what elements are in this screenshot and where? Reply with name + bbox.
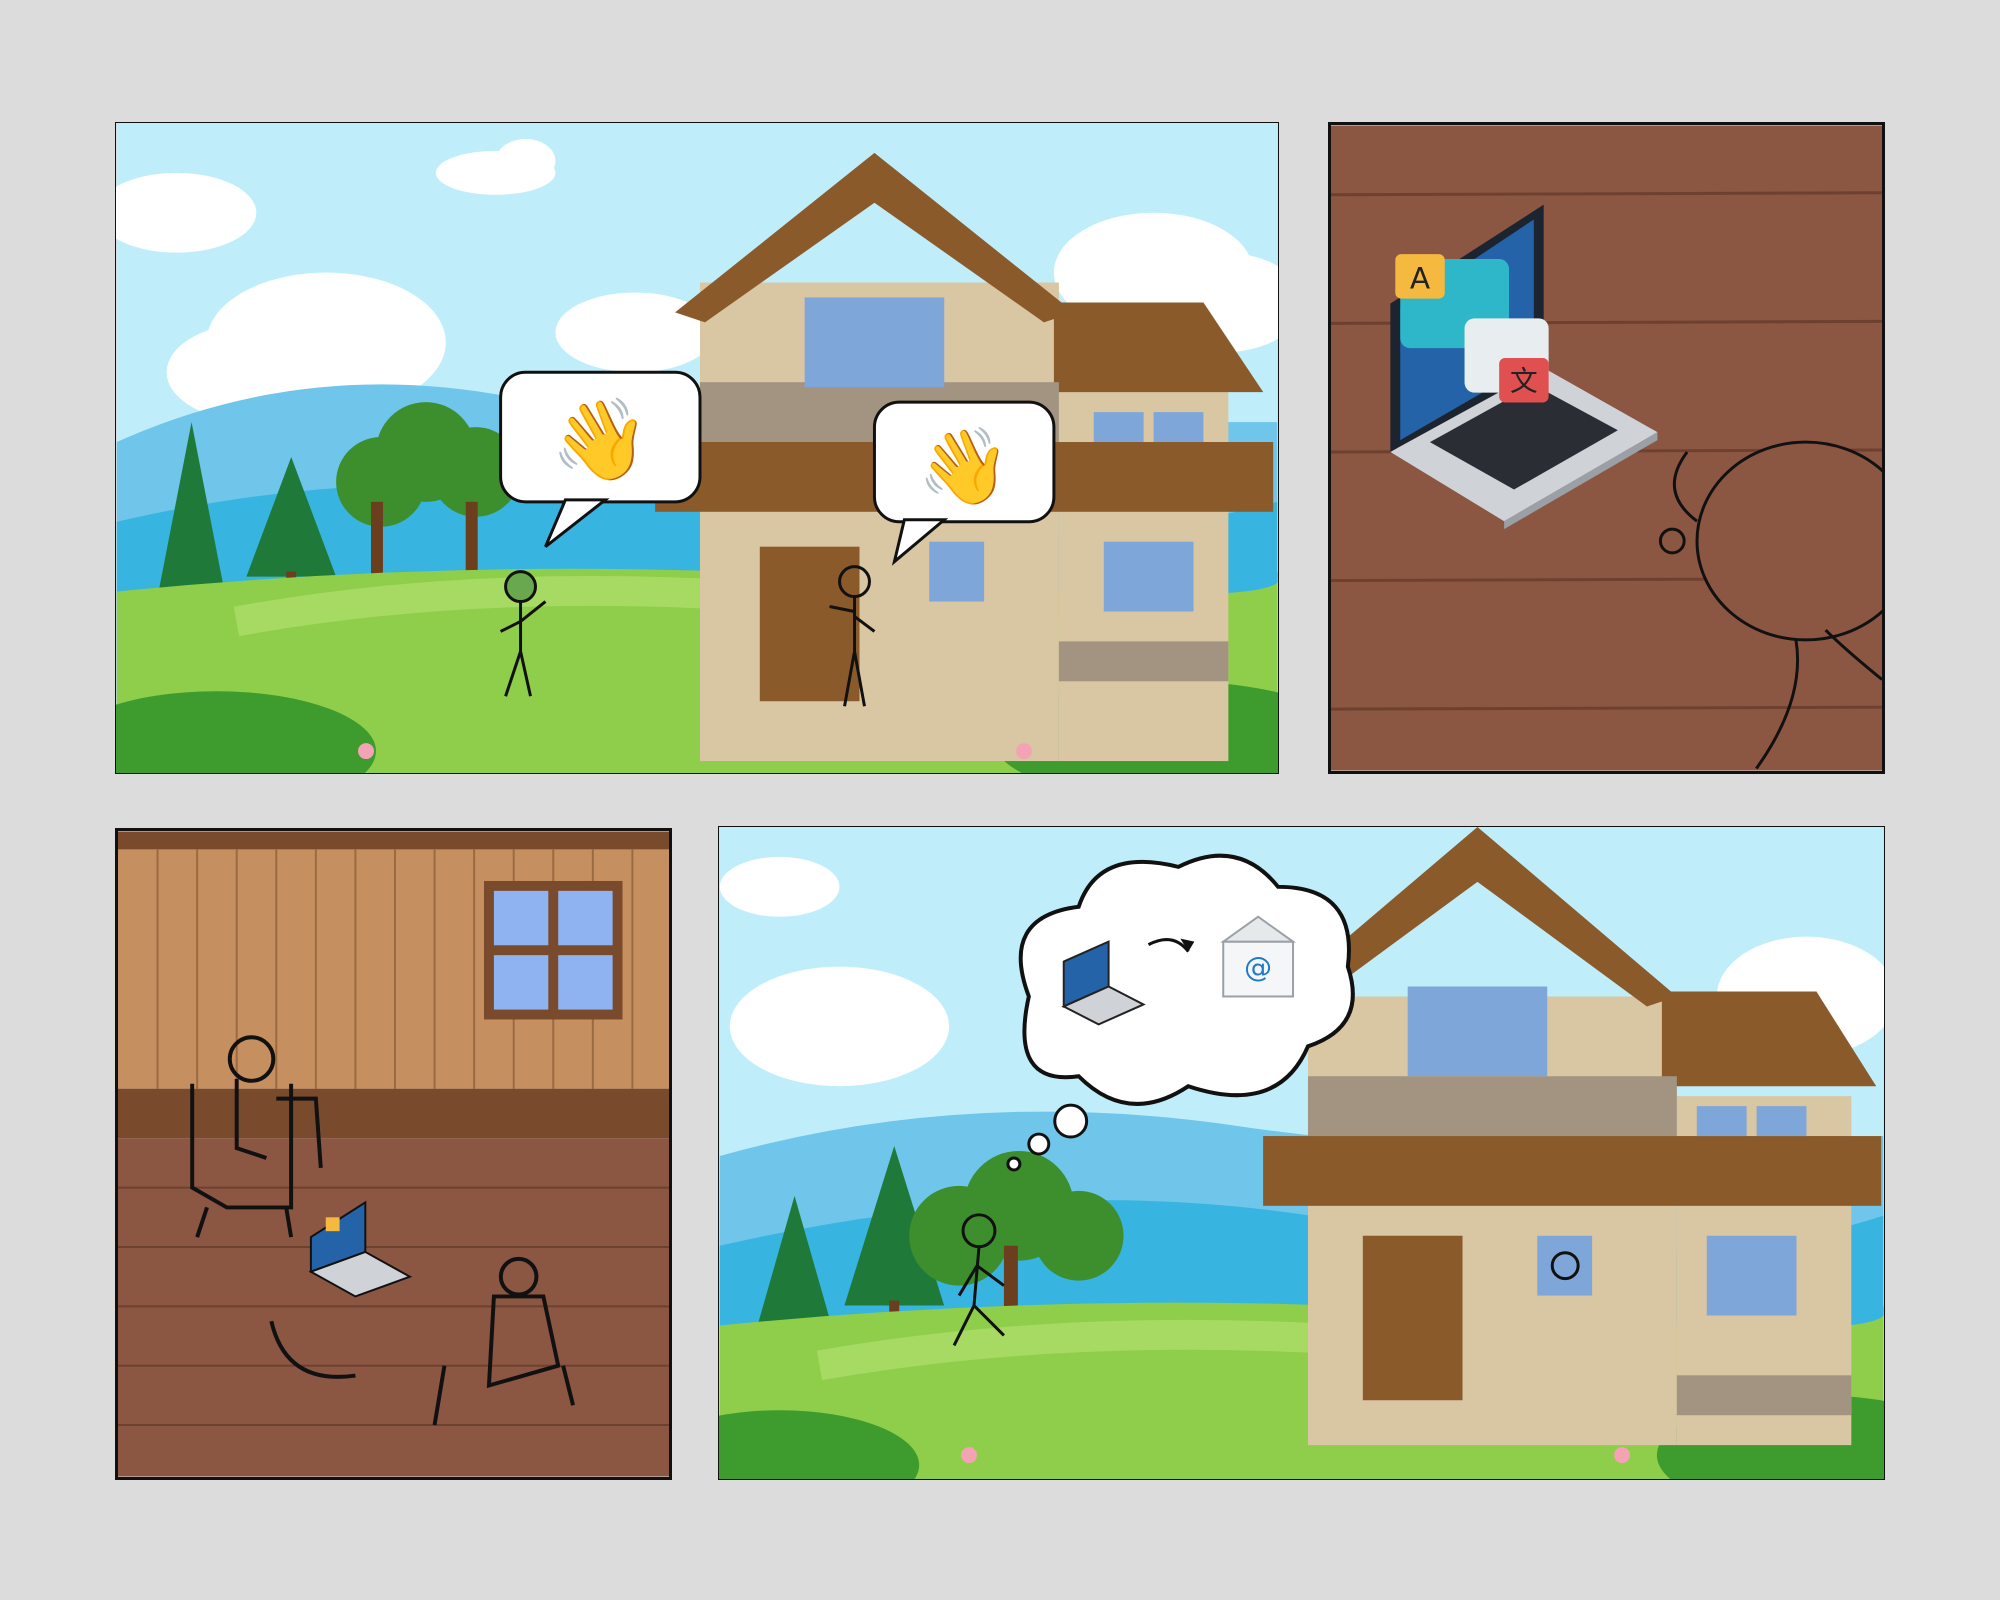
svg-text:文: 文 [1510, 365, 1538, 398]
comic-panel-laptop-closeup: 17 A 文 [1328, 122, 1885, 774]
svg-text:@: @ [1244, 951, 1272, 984]
comic-panel-indoor [115, 828, 672, 1480]
svg-text:A: A [1410, 261, 1431, 296]
thought-scene: @ [719, 827, 1884, 1479]
comic-panel-greeting: 👋 👋 [115, 122, 1279, 774]
room-scene [118, 831, 669, 1477]
comic-panel-thought: @ [718, 826, 1885, 1480]
laptop-scene: 17 A 文 [1331, 125, 1882, 771]
greeting-scene: 👋 👋 [116, 123, 1278, 773]
waving-hand-icon: 👋 [551, 393, 650, 487]
window-icon [484, 880, 623, 1020]
waving-hand-icon: 👋 [918, 423, 1011, 511]
